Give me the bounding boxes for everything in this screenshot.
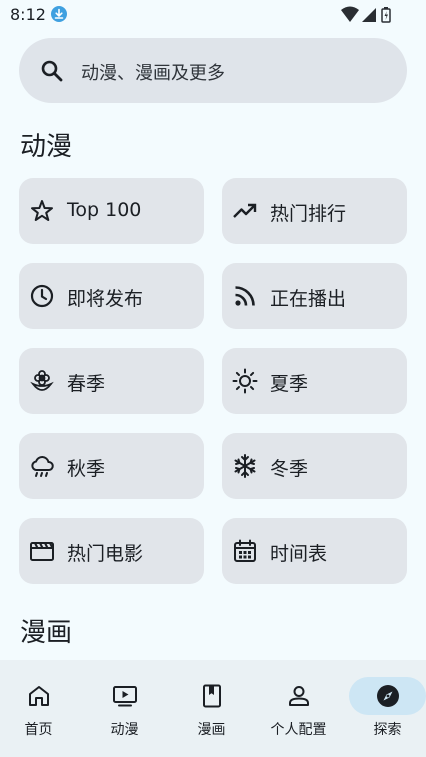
tv-play-icon — [112, 683, 138, 709]
battery-icon — [381, 7, 391, 23]
tile-label: 时间表 — [270, 543, 328, 565]
trending-up-icon — [232, 198, 258, 224]
tile-trending[interactable]: 热门排行 — [222, 178, 407, 244]
tile-label: 夏季 — [270, 373, 309, 395]
clock-icon — [29, 283, 55, 309]
tile-summer[interactable]: 夏季 — [222, 348, 407, 414]
wifi-icon — [341, 6, 359, 22]
tile-schedule[interactable]: 时间表 — [222, 518, 407, 584]
rain-cloud-icon — [29, 453, 55, 479]
star-icon — [29, 198, 55, 224]
nav-manga[interactable]: 漫画 — [169, 660, 254, 757]
tile-label: 正在播出 — [270, 288, 347, 310]
tile-label: 热门电影 — [67, 543, 144, 565]
nav-label: 个人配置 — [270, 722, 327, 738]
tile-label: 冬季 — [270, 458, 309, 480]
tile-upcoming[interactable]: 即将发布 — [19, 263, 204, 329]
rss-icon — [232, 283, 258, 309]
anime-section-title: 动漫 — [20, 132, 73, 162]
nav-explore[interactable]: 探索 — [345, 660, 426, 757]
signal-icon — [362, 8, 376, 22]
bottom-nav: 首页 动漫 漫画 个人配置 探索 — [0, 660, 426, 757]
sun-icon — [232, 368, 258, 394]
book-icon — [199, 683, 225, 709]
nav-label: 探索 — [373, 722, 402, 738]
nav-label: 漫画 — [197, 722, 226, 738]
flower-icon — [29, 368, 55, 394]
nav-profile[interactable]: 个人配置 — [256, 660, 341, 757]
search-icon — [39, 58, 65, 84]
tile-label: Top 100 — [67, 199, 142, 221]
tile-winter[interactable]: 冬季 — [222, 433, 407, 499]
tile-label: 热门排行 — [270, 203, 347, 225]
movie-clapper-icon — [29, 538, 55, 564]
search-placeholder: 动漫、漫画及更多 — [81, 63, 225, 84]
download-icon — [51, 6, 67, 22]
calendar-icon — [232, 538, 258, 564]
nav-home[interactable]: 首页 — [0, 660, 81, 757]
manga-section-title: 漫画 — [20, 618, 73, 648]
person-icon — [286, 683, 312, 709]
home-icon — [26, 683, 52, 709]
tile-airing[interactable]: 正在播出 — [222, 263, 407, 329]
nav-anime[interactable]: 动漫 — [82, 660, 167, 757]
snowflake-icon — [232, 453, 258, 479]
tile-label: 即将发布 — [67, 288, 144, 310]
status-icons — [340, 6, 396, 24]
tile-autumn[interactable]: 秋季 — [19, 433, 204, 499]
compass-icon — [375, 683, 401, 709]
status-time: 8:12 — [10, 5, 46, 24]
status-bar: 8:12 — [0, 0, 426, 30]
nav-label: 动漫 — [110, 722, 139, 738]
tile-popular-movies[interactable]: 热门电影 — [19, 518, 204, 584]
tile-spring[interactable]: 春季 — [19, 348, 204, 414]
search-bar[interactable]: 动漫、漫画及更多 — [19, 38, 407, 103]
tile-label: 春季 — [67, 373, 106, 395]
tile-top-100[interactable]: Top 100 — [19, 178, 204, 244]
nav-label: 首页 — [24, 722, 53, 738]
tile-label: 秋季 — [67, 458, 106, 480]
